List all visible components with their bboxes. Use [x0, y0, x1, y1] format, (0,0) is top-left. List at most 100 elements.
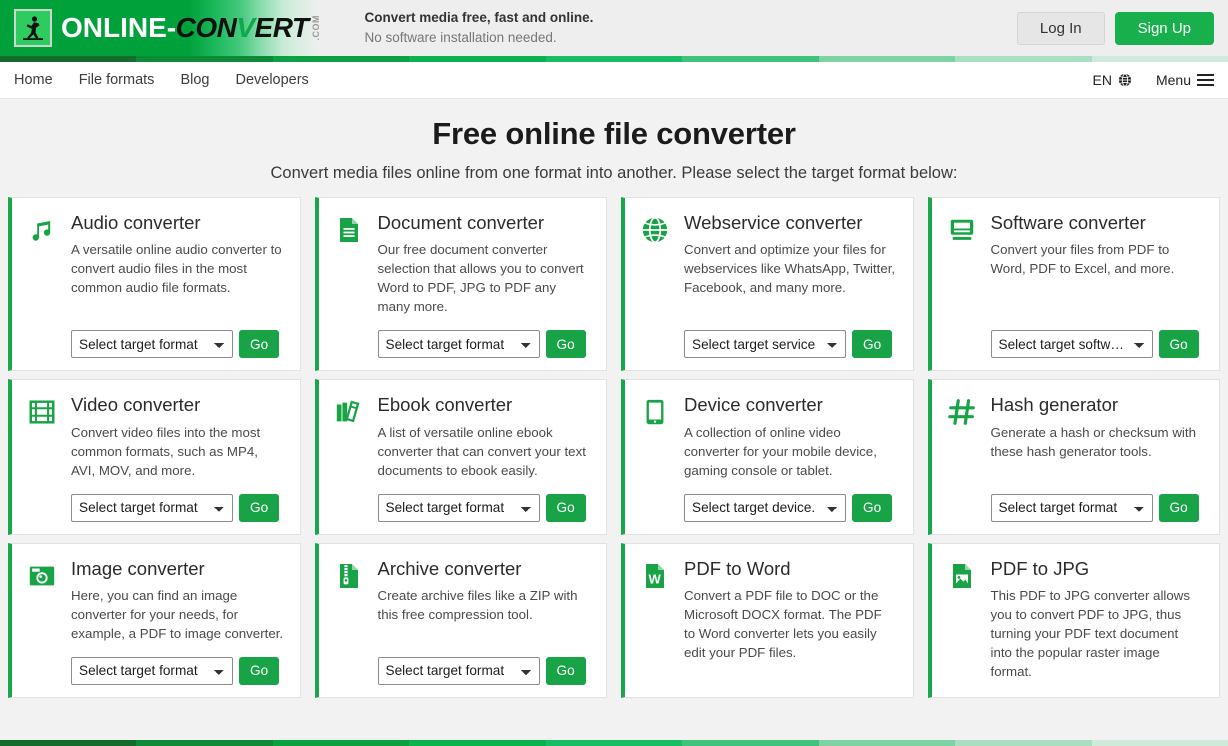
- card-description: Convert your files from PDF to Word, PDF…: [990, 242, 1175, 277]
- card-header: Image converter Here, you can find an im…: [26, 558, 284, 643]
- go-button[interactable]: Go: [545, 493, 586, 522]
- go-button[interactable]: Go: [239, 656, 280, 685]
- card-description: A collection of online video converter f…: [684, 424, 877, 478]
- card-form: Select target format Go: [333, 643, 591, 685]
- gradient-segment: [409, 740, 546, 746]
- card-description: Convert a PDF file to DOC or the Microso…: [684, 587, 882, 660]
- gradient-segment: [136, 740, 273, 746]
- target-format-select[interactable]: Select target service: [684, 330, 846, 359]
- footer-strip-wrapper: [0, 722, 1228, 746]
- nav-link-home[interactable]: Home: [14, 72, 53, 88]
- document-icon: [333, 214, 365, 246]
- hamburger-icon: [1197, 74, 1214, 86]
- sign-up-button[interactable]: Sign Up: [1114, 11, 1214, 45]
- card-form: Select target format Go: [333, 316, 591, 359]
- card-pdf-to-word: W PDF to Word Convert a PDF file to DOC …: [621, 542, 914, 698]
- svg-text:W: W: [648, 571, 661, 586]
- gradient-segment: [955, 740, 1092, 746]
- header-tagline: Convert media free, fast and online. No …: [365, 8, 594, 47]
- nav-link-developers[interactable]: Developers: [235, 72, 308, 88]
- card-form: Select target software Go: [946, 316, 1204, 359]
- card-header: Audio converter A versatile online audio…: [26, 212, 284, 297]
- card-title: Archive converter: [377, 557, 522, 579]
- card-header: PDF to JPG This PDF to JPG converter all…: [946, 558, 1204, 681]
- nav-link-blog[interactable]: Blog: [180, 72, 209, 88]
- card-body: Video converter Convert video files into…: [71, 394, 284, 479]
- card-body: Hash generator Generate a hash or checks…: [991, 394, 1204, 460]
- go-button[interactable]: Go: [1158, 493, 1199, 522]
- tagline-line-1: Convert media free, fast and online.: [364, 10, 594, 26]
- card-form: Select target service Go: [639, 316, 897, 359]
- card-description: Create archive files like a ZIP with thi…: [377, 587, 578, 622]
- nav-link-file-formats[interactable]: File formats: [79, 72, 155, 88]
- site-logo[interactable]: ONLINE - CON V ERT .COM: [0, 0, 321, 56]
- tagline-line-2: No software installation needed.: [364, 30, 557, 45]
- target-format-select[interactable]: Select target format: [71, 330, 233, 359]
- gradient-segment: [682, 740, 819, 746]
- target-format-select[interactable]: Select target format: [71, 493, 233, 522]
- page-subtitle: Convert media files online from one form…: [270, 164, 958, 182]
- target-format-select[interactable]: Select target format: [377, 330, 540, 359]
- go-button[interactable]: Go: [545, 656, 586, 685]
- go-button[interactable]: Go: [852, 493, 893, 522]
- footer-spacer: [0, 722, 1228, 740]
- menu-label: Menu: [1155, 72, 1191, 88]
- card-title: Hash generator: [990, 394, 1119, 416]
- target-format-select[interactable]: Select target format: [377, 493, 540, 522]
- card-title: PDF to Word: [684, 557, 791, 579]
- card-title: Image converter: [71, 557, 205, 579]
- nav-links: Home File formats Blog Developers: [14, 72, 309, 88]
- card-header: Webservice converter Convert and optimiz…: [639, 212, 897, 297]
- card-description: A versatile online audio converter to co…: [71, 242, 282, 296]
- card-image-converter: Image converter Here, you can find an im…: [8, 542, 301, 698]
- menu-toggle[interactable]: Menu: [1156, 72, 1214, 88]
- log-in-button[interactable]: Log In: [1016, 11, 1105, 45]
- target-format-select[interactable]: Select target device.: [684, 493, 846, 522]
- card-description: This PDF to JPG converter allows you to …: [990, 587, 1191, 679]
- card-body: Software converter Convert your files fr…: [991, 212, 1204, 278]
- target-format-select[interactable]: Select target format: [990, 493, 1153, 522]
- running-man-icon: [14, 9, 52, 47]
- card-description: Here, you can find an image converter fo…: [71, 587, 284, 641]
- card-software-converter: Software converter Convert your files fr…: [927, 197, 1220, 372]
- primary-navigation: Home File formats Blog Developers EN Menu: [0, 62, 1228, 99]
- card-archive-converter: Archive converter Create archive files l…: [314, 542, 607, 698]
- nav-right-actions: EN Menu: [1093, 72, 1214, 88]
- logo-dash: -: [166, 12, 176, 43]
- logo-wordmark: ONLINE - CON V ERT .COM: [61, 12, 321, 44]
- go-button[interactable]: Go: [852, 330, 893, 359]
- logo-v-text: V: [236, 12, 255, 43]
- gradient-segment: [272, 740, 410, 746]
- target-format-select[interactable]: Select target format: [377, 656, 540, 685]
- card-device-converter: Device converter A collection of online …: [621, 379, 914, 535]
- card-hash-generator: Hash generator Generate a hash or checks…: [927, 379, 1220, 535]
- card-header: Ebook converter A list of versatile onli…: [333, 394, 591, 479]
- go-button[interactable]: Go: [239, 493, 280, 522]
- logo-online-text: ONLINE: [61, 12, 167, 43]
- film-strip-icon: [26, 396, 58, 428]
- go-button[interactable]: Go: [1158, 330, 1199, 359]
- zip-file-icon: [333, 560, 365, 592]
- card-form: Select target format Go: [26, 316, 284, 359]
- card-video-converter: Video converter Convert video files into…: [8, 379, 301, 535]
- go-button[interactable]: Go: [545, 330, 586, 359]
- hash-icon: [946, 396, 978, 428]
- card-audio-converter: Audio converter A versatile online audio…: [8, 197, 301, 372]
- card-title: Audio converter: [71, 212, 201, 233]
- card-ebook-converter: Ebook converter A list of versatile onli…: [314, 379, 607, 535]
- go-button[interactable]: Go: [239, 330, 280, 359]
- music-note-icon: [26, 214, 58, 246]
- card-body: Document converter Our free document con…: [378, 212, 591, 316]
- card-form: Select target format Go: [333, 480, 591, 522]
- card-title: Video converter: [71, 394, 201, 416]
- page-hero: Free online file converter Convert media…: [0, 99, 1228, 197]
- globe-icon: [639, 214, 671, 246]
- language-selector[interactable]: EN: [1093, 72, 1132, 88]
- card-title: Software converter: [990, 212, 1146, 233]
- target-format-select[interactable]: Select target format: [71, 656, 233, 685]
- site-header: ONLINE - CON V ERT .COM Convert media free, …: [0, 0, 1228, 56]
- card-description: Convert video files into the most common…: [71, 424, 261, 478]
- monitor-icon: [946, 214, 978, 246]
- card-header: Device converter A collection of online …: [639, 394, 897, 479]
- target-format-select[interactable]: Select target software: [990, 330, 1153, 359]
